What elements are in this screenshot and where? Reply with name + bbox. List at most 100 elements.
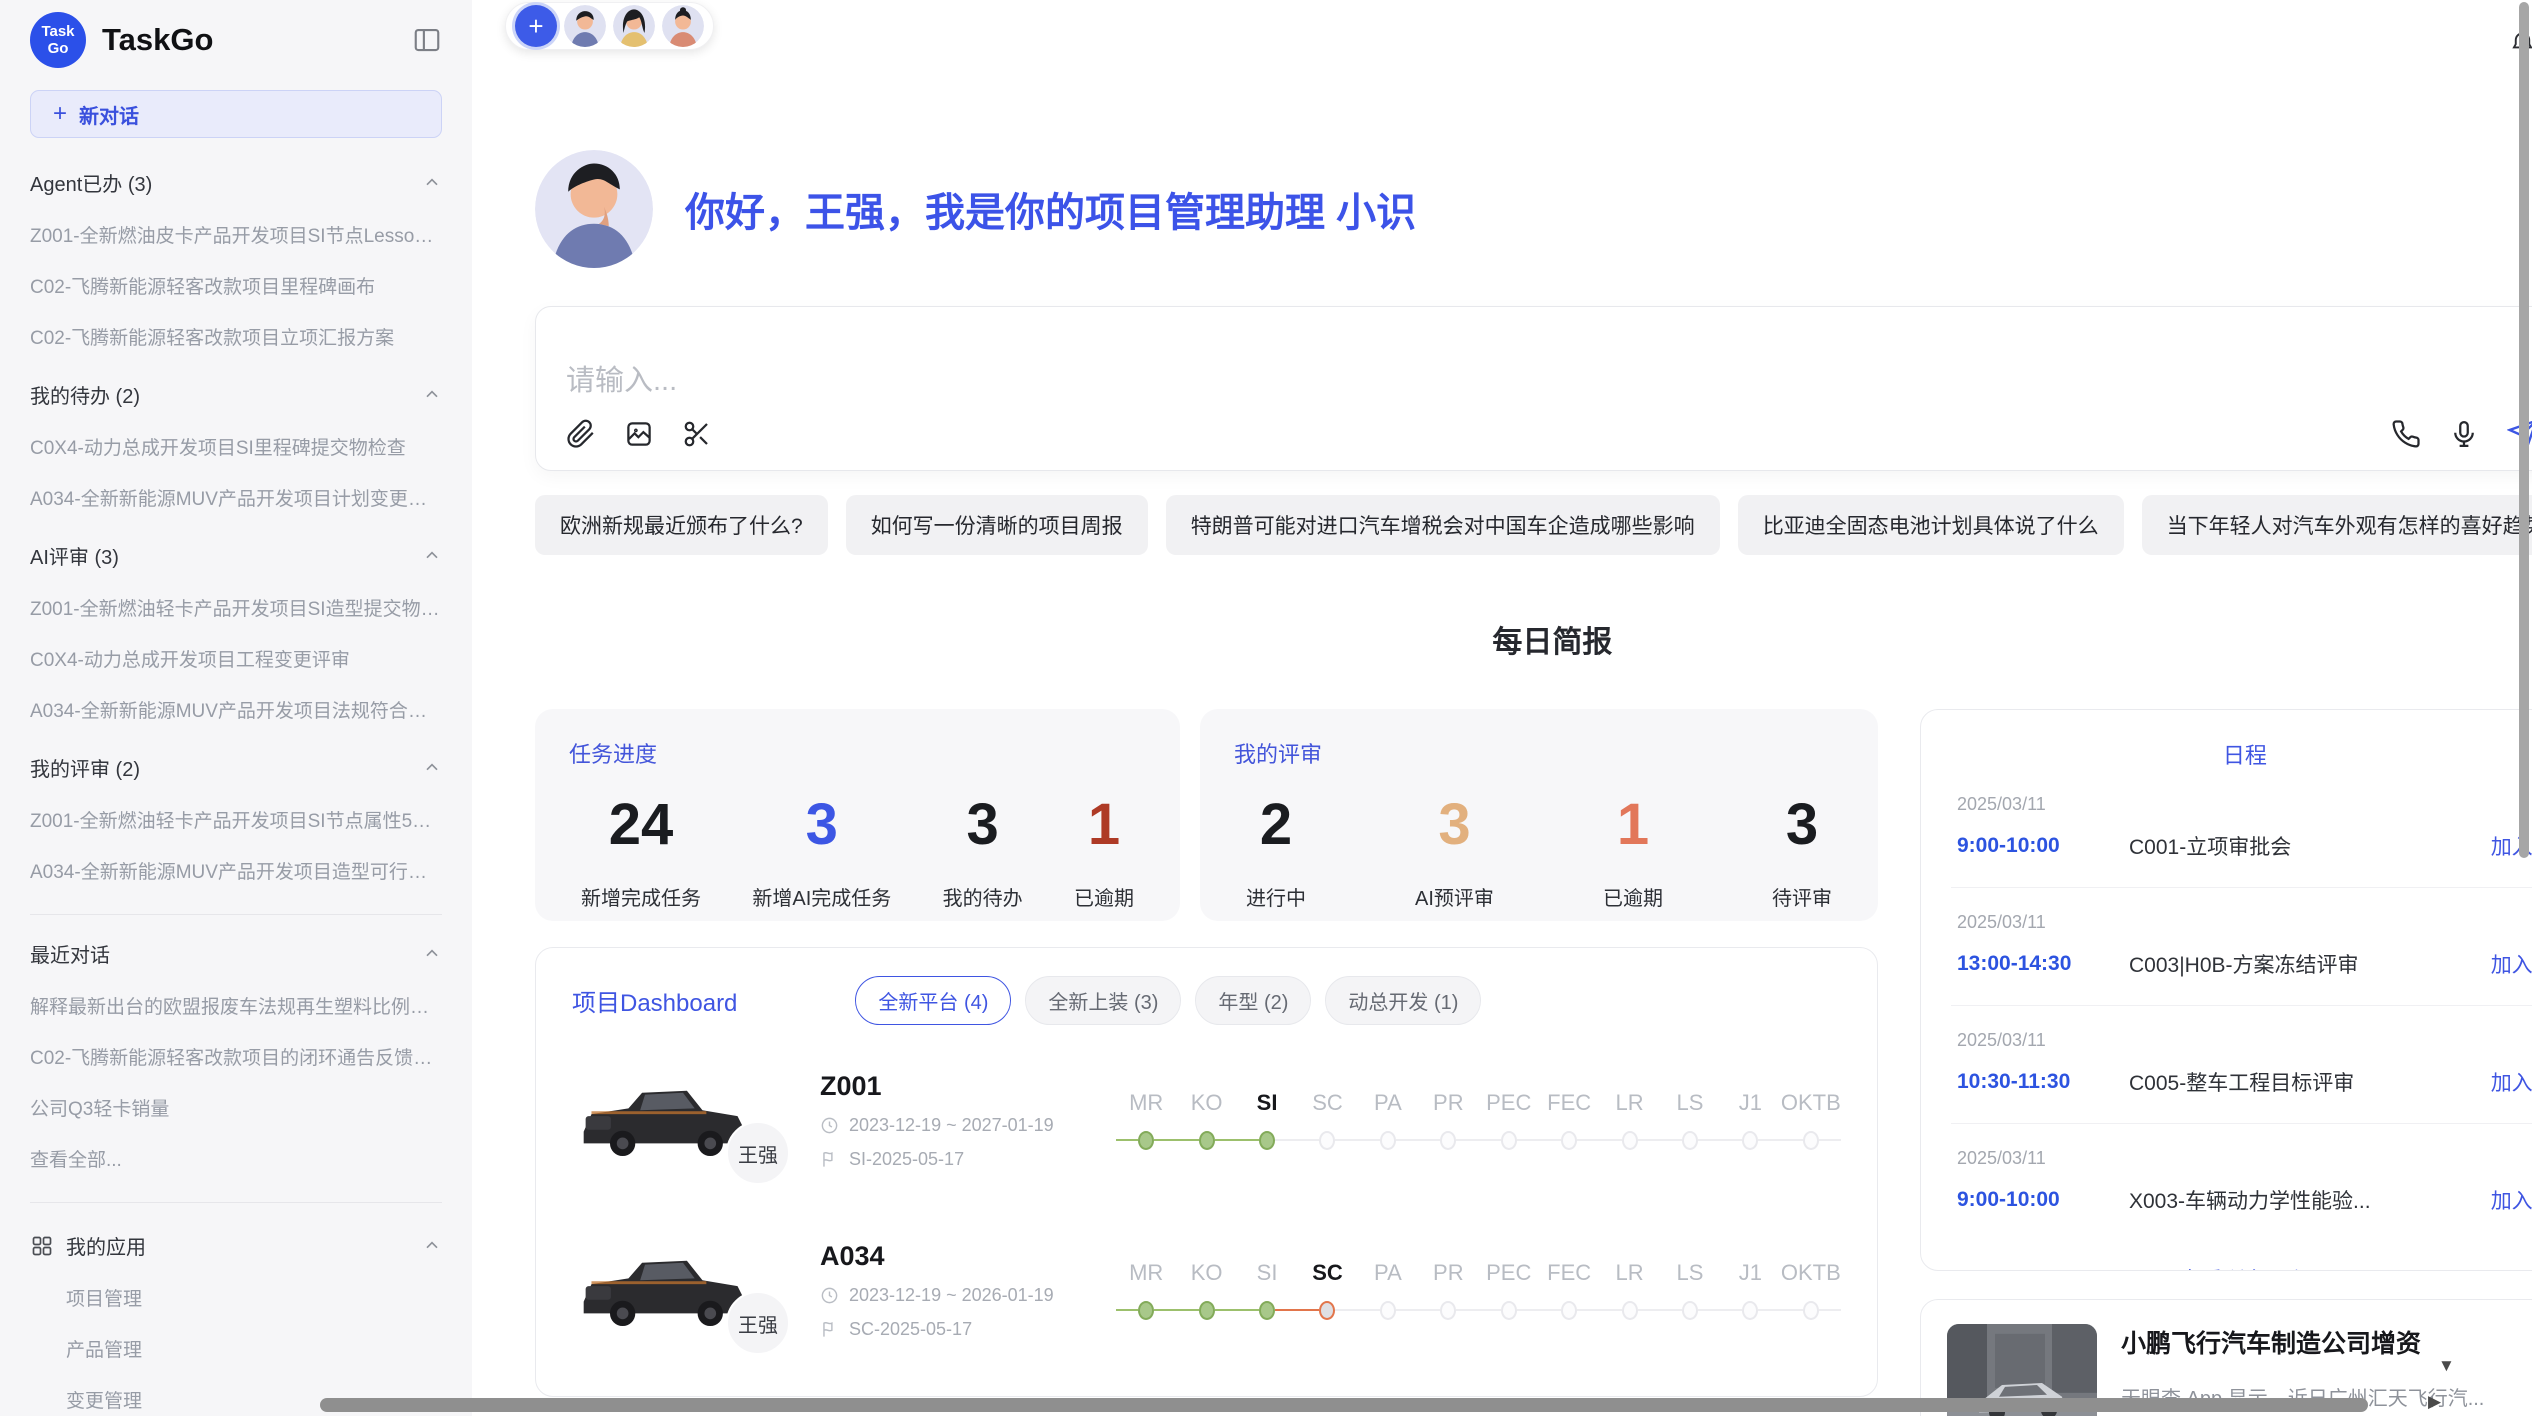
app-window: Task Go TaskGo + 新对话 Agent已办 (3) Z001-全新… — [0, 0, 2532, 1416]
sidebar-item-product-mgmt[interactable]: 产品管理 — [66, 1335, 442, 1362]
list-item[interactable]: C0X4-动力总成开发项目SI里程碑提交物检查 — [30, 433, 442, 460]
list-item[interactable]: C02-飞腾新能源轻客改款项目的闭环通告反馈情况 — [30, 1043, 442, 1070]
new-chat-button[interactable]: + 新对话 — [30, 90, 442, 138]
schedule-time: 13:00-14:30 — [1957, 952, 2129, 976]
tab-year-model[interactable]: 年型 (2) — [1195, 976, 1311, 1025]
chevron-up-icon[interactable] — [422, 546, 442, 566]
section-agent-done[interactable]: Agent已办 (3) — [30, 168, 442, 197]
project-owner-avatar: 王强 — [726, 1291, 790, 1355]
section-label: 最近对话 — [30, 939, 110, 968]
flag-icon — [820, 1150, 839, 1169]
milestone-PEC: PEC — [1479, 1260, 1539, 1320]
list-item[interactable]: A034-全新新能源MUV产品开发项目法规符合性评审 — [30, 696, 442, 723]
list-item[interactable]: 公司Q3轻卡销量 — [30, 1094, 442, 1121]
milestone-SI: SI — [1237, 1090, 1297, 1150]
list-item[interactable]: C02-飞腾新能源轻客改款项目立项汇报方案 — [30, 323, 442, 350]
milestone-SC: SC — [1297, 1090, 1357, 1150]
join-link[interactable]: 加入 — [2491, 1185, 2532, 1215]
section-my-todo[interactable]: 我的待办 (2) — [30, 380, 442, 409]
milestone-J1: J1 — [1720, 1260, 1780, 1320]
collapse-sidebar-icon[interactable] — [412, 25, 442, 55]
plus-icon: + — [53, 100, 67, 128]
stat: 24新增完成任务 — [581, 795, 701, 911]
schedule-item: 2025/03/11 13:00-14:30 C003|H0B-方案冻结评审 加… — [1951, 888, 2532, 1006]
stat: 3AI预评审 — [1415, 795, 1494, 911]
list-item[interactable]: A034-全新新能源MUV产品开发项目计划变更表编写 — [30, 484, 442, 511]
suggestion-chip[interactable]: 如何写一份清晰的项目周报 — [846, 495, 1148, 555]
microphone-icon[interactable] — [2449, 419, 2479, 449]
milestone-PEC: PEC — [1479, 1090, 1539, 1150]
vertical-scrollbar[interactable] — [2519, 2, 2529, 858]
project-row[interactable]: 王强 Z001 2023-12-19 ~ 2027-01-19 SI-2025-… — [536, 1045, 1877, 1195]
agent-avatar-3[interactable] — [662, 5, 704, 47]
section-recent-chats[interactable]: 最近对话 — [30, 939, 442, 968]
stat-label: 已逾期 — [1603, 882, 1663, 911]
milestone-OKTB: OKTB — [1781, 1090, 1841, 1150]
section-my-review[interactable]: 我的评审 (2) — [30, 753, 442, 782]
schedule-time: 9:00-10:00 — [1957, 1188, 2129, 1212]
stat-value: 3 — [1772, 795, 1832, 856]
list-item[interactable]: Z001-全新燃油轻卡产品开发项目SI节点属性5D文件评审 — [30, 806, 442, 833]
schedule-item: 2025/03/11 10:30-11:30 C005-整车工程目标评审 加入 — [1951, 1006, 2532, 1124]
suggestion-chip[interactable]: 比亚迪全固态电池计划具体说了什么 — [1738, 495, 2124, 555]
tab-powertrain-dev[interactable]: 动总开发 (1) — [1325, 976, 1481, 1025]
join-link[interactable]: 加入 — [2491, 949, 2532, 979]
stat-label: 我的待办 — [943, 882, 1023, 911]
scroll-right-arrow[interactable]: ▶ — [2428, 1392, 2441, 1412]
scroll-down-arrow[interactable]: ▼ — [2438, 1356, 2455, 1376]
list-item[interactable]: C02-飞腾新能源轻客改款项目里程碑画布 — [30, 272, 442, 299]
list-item[interactable]: A034-全新新能源MUV产品开发项目造型可行性评审 — [30, 857, 442, 884]
list-item[interactable]: 解释最新出台的欧盟报废车法规再生塑料比例被调至15%... — [30, 992, 442, 1019]
agent-avatar-1[interactable] — [564, 5, 606, 47]
suggestion-chip[interactable]: 特朗普可能对进口汽车增税会对中国车企造成哪些影响 — [1166, 495, 1720, 555]
attachment-icon[interactable] — [566, 419, 596, 449]
view-all-recent[interactable]: 查看全部... — [30, 1145, 442, 1172]
card-title: 我的评审 — [1234, 737, 1844, 769]
project-code: Z001 — [820, 1071, 1110, 1102]
view-all-schedule-link[interactable]: 查看所有日程 — [1951, 1241, 2532, 1271]
horizontal-scrollbar[interactable] — [320, 1398, 2368, 1412]
my-review-card: 我的评审 2进行中 3AI预评审 1已逾期 3待评审 — [1200, 709, 1878, 921]
sidebar-item-project-mgmt[interactable]: 项目管理 — [66, 1284, 442, 1311]
chevron-up-icon[interactable] — [422, 385, 442, 405]
list-item[interactable]: Z001-全新燃油皮卡产品开发项目SI节点Lesson Learn报告 — [30, 221, 442, 248]
project-code: A034 — [820, 1241, 1110, 1272]
chat-input[interactable]: 请输入... — [566, 357, 2532, 399]
image-upload-icon[interactable] — [624, 419, 654, 449]
list-item[interactable]: C0X4-动力总成开发项目工程变更评审 — [30, 645, 442, 672]
suggestion-chip[interactable]: 当下年轻人对汽车外观有怎样的喜好趋势 — [2142, 495, 2532, 555]
project-row-partial — [536, 1391, 1877, 1397]
chevron-up-icon[interactable] — [422, 173, 442, 193]
schedule-name: C001-立项审批会 — [2129, 831, 2473, 861]
section-ai-review[interactable]: AI评审 (3) — [30, 541, 442, 570]
milestone-MR: MR — [1116, 1090, 1176, 1150]
flag-icon — [820, 1320, 839, 1339]
section-label: Agent已办 (3) — [30, 168, 152, 197]
list-item[interactable]: Z001-全新燃油轻卡产品开发项目SI造型提交物评审 — [30, 594, 442, 621]
schedule-name: X003-车辆动力学性能验... — [2129, 1185, 2473, 1215]
tab-new-bodywork[interactable]: 全新上装 (3) — [1025, 976, 1181, 1025]
app-grid-icon — [30, 1234, 54, 1258]
dashboard-title: 项目Dashboard — [572, 983, 737, 1018]
project-owner-avatar: 王强 — [726, 1121, 790, 1185]
suggestion-chip[interactable]: 欧洲新规最近颁布了什么? — [535, 495, 828, 555]
chevron-up-icon[interactable] — [422, 758, 442, 778]
join-link[interactable]: 加入 — [2491, 1067, 2532, 1097]
agent-switcher: + — [505, 2, 714, 50]
stat-value: 2 — [1246, 795, 1306, 856]
suggestion-chips: 欧洲新规最近颁布了什么? 如何写一份清晰的项目周报 特朗普可能对进口汽车增税会对… — [535, 495, 2532, 555]
agent-avatar-2[interactable] — [613, 5, 655, 47]
milestone-OKTB: OKTB — [1781, 1260, 1841, 1320]
divider — [30, 914, 442, 915]
sidebar-item-my-apps[interactable]: 我的应用 — [30, 1231, 442, 1260]
chevron-up-icon[interactable] — [422, 944, 442, 964]
add-agent-button[interactable]: + — [515, 5, 557, 47]
tab-new-platform[interactable]: 全新平台 (4) — [855, 976, 1011, 1025]
milestone-PR: PR — [1418, 1260, 1478, 1320]
stat-value: 3 — [1415, 795, 1494, 856]
chevron-up-icon[interactable] — [422, 1236, 442, 1256]
milestone-KO: KO — [1176, 1090, 1236, 1150]
project-row[interactable]: 王强 A034 2023-12-19 ~ 2026-01-19 SC-2025-… — [536, 1215, 1877, 1365]
phone-call-icon[interactable] — [2391, 419, 2421, 449]
scissors-icon[interactable] — [682, 419, 712, 449]
